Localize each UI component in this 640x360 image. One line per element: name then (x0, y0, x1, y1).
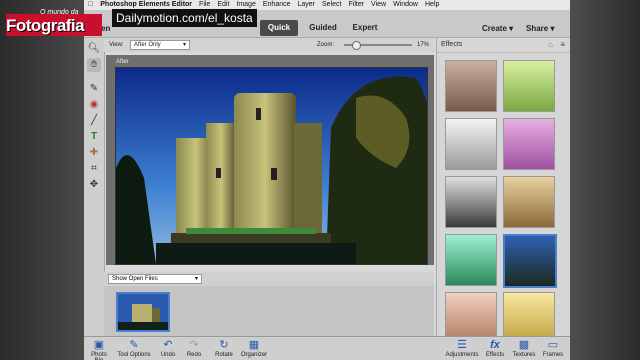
tool-options-label: Tool Options (117, 352, 151, 358)
view-label: View: (109, 42, 124, 48)
textures-label: Textures (512, 352, 536, 358)
effects-label: Effects (485, 352, 505, 358)
menu-help[interactable]: Help (425, 0, 439, 10)
effect-thumbnail[interactable] (445, 176, 497, 228)
zoom-label: Zoom: (317, 42, 335, 48)
create-label: Create (482, 24, 507, 33)
photo-bin-thumbnail[interactable] (116, 292, 170, 332)
organizer-icon: ▦ (248, 339, 260, 351)
zoom-slider[interactable] (344, 41, 412, 50)
undo-button[interactable]: ↶ Undo (156, 339, 180, 358)
photo-bin-bar: Show Open Files ▾ (104, 272, 434, 286)
effect-thumbnail[interactable] (503, 176, 555, 228)
adjustments-label: Adjustments (445, 352, 479, 358)
toolbox: 🔍︎ ✋︎ ✎ ◉ ╱ T ✚ ⌗ ✥ (84, 38, 105, 336)
effect-thumbnail[interactable] (445, 60, 497, 112)
organizer-label: Organizer (240, 352, 268, 358)
logo-title: Fotografia (6, 16, 85, 35)
effect-thumbnail[interactable] (503, 60, 555, 112)
left-blur-margin (0, 0, 84, 360)
menu-layer[interactable]: Layer (298, 0, 316, 10)
frames-icon: ▭ (547, 339, 559, 351)
effect-thumbnail-selected[interactable] (503, 234, 557, 288)
photo-bin-icon: ▣ (93, 339, 105, 351)
adjustments-button[interactable]: ☰ Adjustments (444, 339, 480, 358)
whiten-teeth-tool-icon[interactable]: ╱ (87, 114, 101, 128)
thumbnail-image (118, 294, 168, 330)
castle-image (116, 68, 427, 264)
home-icon[interactable]: ⌂ (548, 38, 553, 52)
textures-button[interactable]: ▩ Textures (510, 339, 538, 358)
menu-view[interactable]: View (371, 0, 386, 10)
canvas-area: After (106, 55, 434, 265)
chevron-down-icon: ▾ (550, 24, 555, 33)
spot-healing-tool-icon[interactable]: ✚ (87, 146, 101, 160)
red-eye-tool-icon[interactable]: ◉ (87, 98, 101, 112)
panel-menu-icon[interactable]: ≡ (560, 38, 565, 52)
tool-options-button[interactable]: ✎ Tool Options (114, 339, 154, 358)
menu-enhance[interactable]: Enhance (263, 0, 291, 10)
share-label: Share (526, 24, 549, 33)
redo-icon: ↷ (189, 339, 199, 351)
effects-button[interactable]: fx Effects (484, 339, 506, 358)
undo-icon: ↶ (163, 339, 173, 351)
create-button[interactable]: Create ▾ (482, 24, 513, 33)
bin-select[interactable]: Show Open Files ▾ (108, 274, 202, 284)
effect-thumbnail[interactable] (445, 118, 497, 170)
type-tool-icon[interactable]: T (87, 130, 101, 144)
share-button[interactable]: Share ▾ (526, 24, 554, 33)
menu-select[interactable]: Select (322, 0, 341, 10)
frames-label: Frames (542, 352, 564, 358)
zoom-value: 17% (417, 42, 430, 48)
effects-panel: Effects ⌂ ≡ (436, 38, 570, 344)
tab-guided[interactable]: Guided (304, 20, 342, 36)
quick-selection-tool-icon[interactable]: ✎ (87, 82, 101, 96)
bin-select-value: Show Open Files (112, 276, 158, 282)
effects-panel-header: Effects ⌂ ≡ (437, 38, 570, 53)
zoom-slider-handle[interactable] (351, 41, 361, 50)
zoom-tool-icon[interactable]: 🔍︎ (87, 42, 101, 56)
effect-thumbnail[interactable] (503, 118, 555, 170)
crop-tool-icon[interactable]: ⌗ (87, 162, 101, 176)
chevron-down-icon: ▾ (509, 24, 514, 33)
rotate-icon: ↻ (219, 339, 229, 351)
textures-icon: ▩ (518, 339, 530, 351)
frames-button[interactable]: ▭ Frames (540, 339, 566, 358)
view-select[interactable]: After Only ▾ (130, 40, 190, 50)
organizer-button[interactable]: ▦ Organizer (239, 339, 269, 358)
tool-options-icon: ✎ (129, 339, 139, 351)
watermark-url: Dailymotion.com/el_kosta (112, 9, 257, 27)
menu-filter[interactable]: Filter (348, 0, 364, 10)
photo-bin-label: Photo Bin (91, 352, 107, 360)
options-bar: View: After Only ▾ Zoom: 17% (104, 38, 434, 52)
tab-quick[interactable]: Quick (260, 20, 298, 36)
rotate-button[interactable]: ↻ Rotate (212, 339, 236, 358)
chevron-down-icon: ▾ (182, 42, 186, 48)
right-blur-margin (570, 0, 640, 360)
tab-expert[interactable]: Expert (346, 20, 384, 36)
photo-bin (104, 286, 434, 336)
menu-window[interactable]: Window (393, 0, 418, 10)
chevron-down-icon: ▾ (194, 276, 198, 282)
effects-fx-icon: fx (490, 339, 500, 351)
adjustments-icon: ☰ (457, 339, 467, 351)
logo-tagline: O mundo da (40, 9, 79, 16)
redo-button[interactable]: ↷ Redo (182, 339, 206, 358)
effect-thumbnail[interactable] (445, 234, 497, 286)
castle-photo[interactable] (115, 67, 428, 265)
undo-label: Undo (160, 352, 176, 358)
bottom-taskbar: ▣Photo Bin ✎Tool Options ↶Undo ↷Redo ↻Ro… (84, 336, 570, 360)
rotate-label: Rotate (215, 352, 233, 358)
redo-label: Redo (186, 352, 202, 358)
after-label: After (116, 59, 129, 65)
effects-panel-title: Effects (441, 41, 463, 48)
photo-bin-button[interactable]: ▣Photo Bin (86, 339, 112, 360)
move-tool-icon[interactable]: ✥ (87, 178, 101, 192)
view-value: After Only (134, 42, 161, 48)
hand-tool-icon[interactable]: ✋︎ (87, 58, 101, 72)
channel-logo: O mundo da Fotografia (6, 9, 114, 37)
app-window:  Photoshop Elements Editor File Edit Im… (84, 0, 570, 360)
